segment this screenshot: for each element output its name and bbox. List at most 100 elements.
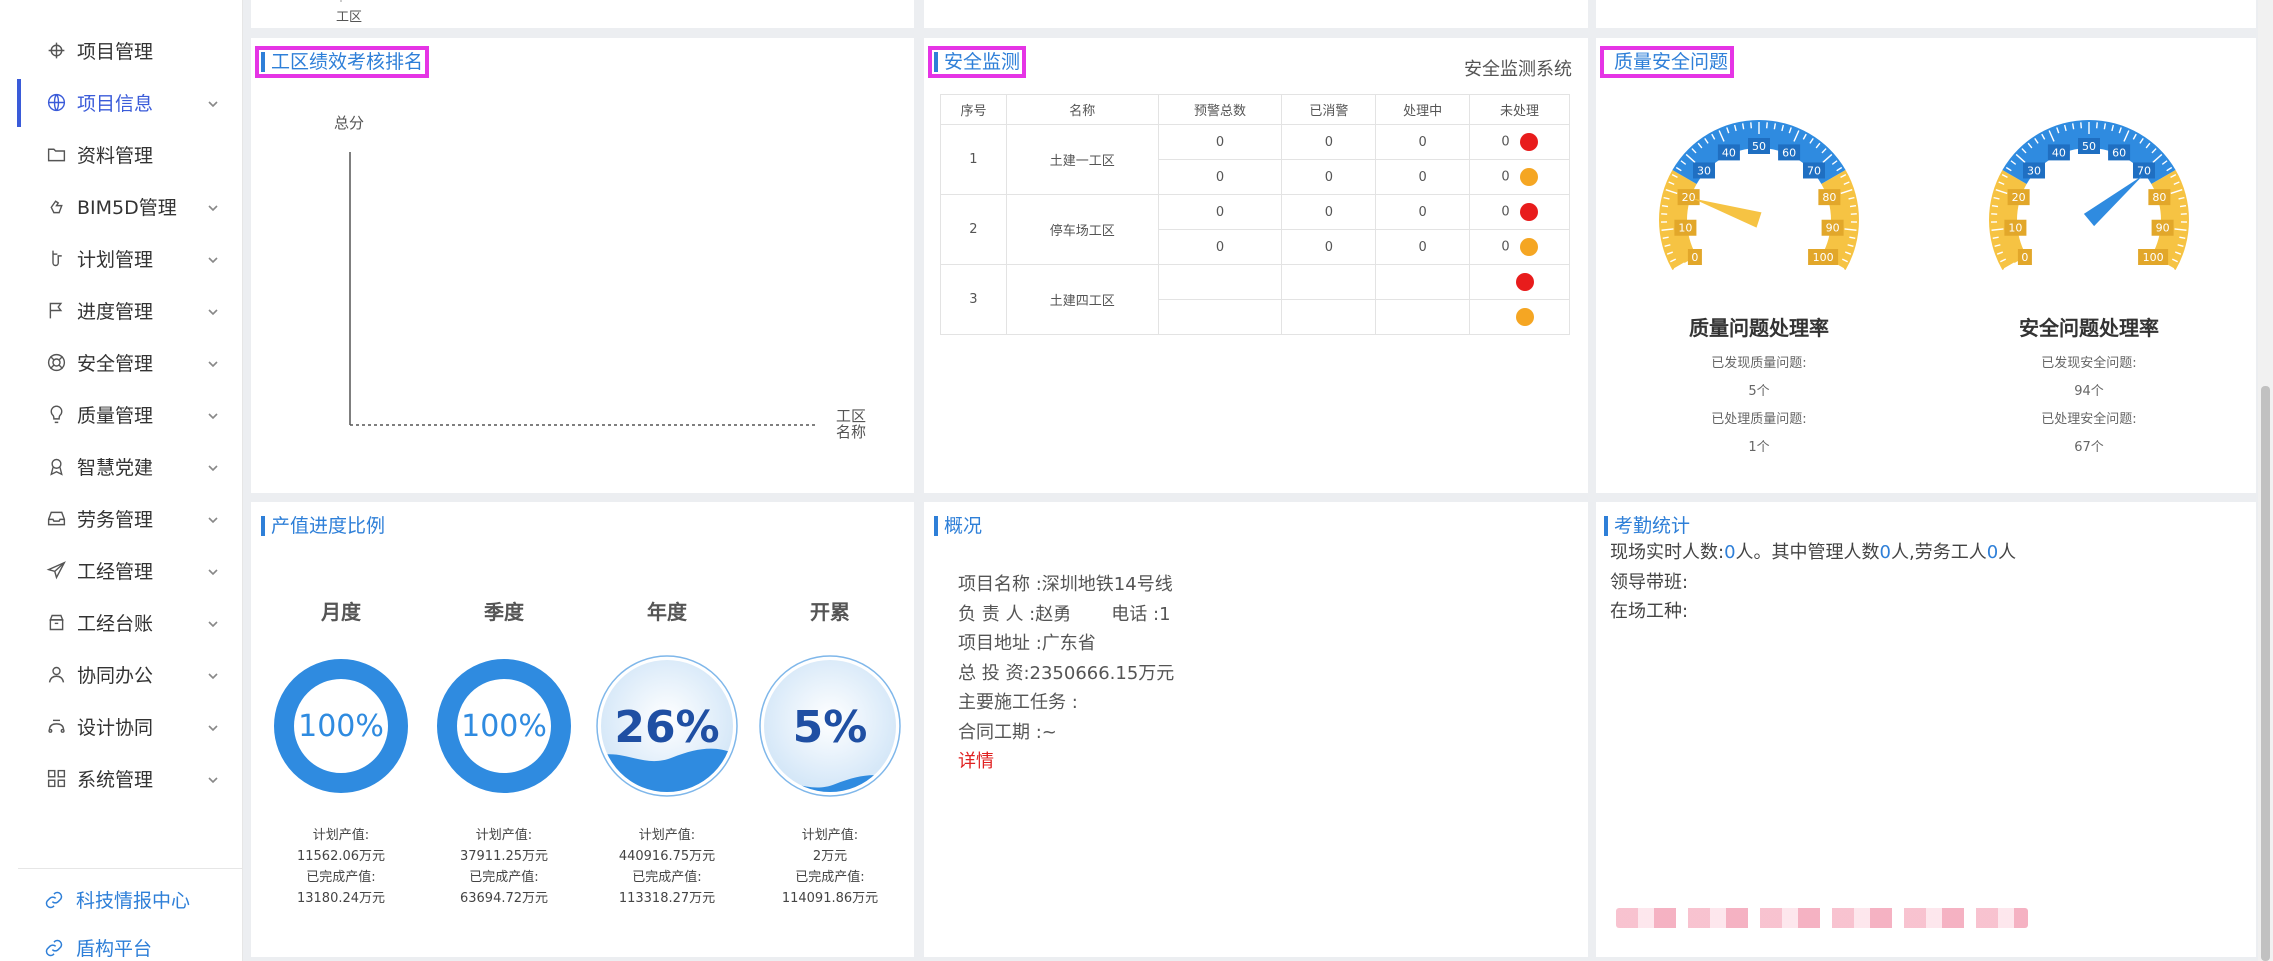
svg-text:0: 0 — [2021, 251, 2028, 264]
sidebar-item-label: 协同办公 — [77, 664, 154, 687]
user-icon — [44, 662, 68, 686]
sidebar-item-1[interactable]: 项目信息 — [0, 78, 243, 126]
sidebar-item-label: 劳务管理 — [77, 508, 154, 531]
sidebar-item-12[interactable]: 协同办公 — [0, 650, 243, 698]
alert-count-cell — [1375, 264, 1471, 300]
sidebar-item-7[interactable]: 质量管理 — [0, 390, 243, 438]
overview-line: 负 责 人 :赵勇 电话 :1 — [958, 603, 1171, 625]
alert-count: 0 — [1501, 169, 1510, 185]
overview-line: 项目地址 :广东省 — [958, 633, 1096, 654]
svg-text:100: 100 — [2143, 251, 2164, 264]
gauge-tick — [1661, 204, 1669, 208]
output-values: 计划产值: 11562.06万元 已完成产值: 13180.24万元 — [261, 825, 421, 909]
gauge-tick-label: 10 — [2004, 219, 2027, 236]
sidebar-item-5[interactable]: 进度管理 — [0, 286, 243, 334]
sidebar-item-label: 工经台账 — [77, 612, 154, 635]
gamepad-icon — [44, 714, 68, 738]
table-row: 1 土建一工区 0 0 0 0 — [940, 124, 1570, 195]
sidebar-item-9[interactable]: 劳务管理 — [0, 494, 243, 542]
chevron-down-icon — [206, 614, 220, 628]
safety-header-cell: 名称 — [1005, 94, 1159, 125]
svg-text:50: 50 — [2082, 140, 2096, 153]
top-strip-middle — [924, 0, 1588, 28]
blurred-footer-text — [1616, 908, 2028, 928]
headcount-labor-label: 人,劳务工人 — [1890, 542, 1987, 563]
chevron-down-icon — [206, 250, 220, 264]
link-icon — [45, 939, 63, 956]
alert-count-cell: 0 — [1469, 159, 1570, 195]
alert-count: 0 — [1215, 134, 1225, 150]
sidebar-item-10[interactable]: 工经管理 — [0, 546, 243, 594]
headcount-labor: 0 — [1986, 542, 1999, 563]
sidebar-item-13[interactable]: 设计协同 — [0, 702, 243, 750]
gauge-tick — [1849, 204, 1857, 208]
overview-line: 合同工期 :~ — [958, 721, 1057, 743]
sidebar-item-14[interactable]: 系统管理 — [0, 754, 243, 802]
sidebar-link-tbm-platform[interactable]: 盾构平台 — [44, 934, 152, 961]
sidebar-item-0[interactable]: 项目管理 — [0, 26, 243, 74]
gauge-tick-label: 80 — [2148, 189, 2171, 206]
alert-count-cell: 0 — [1157, 194, 1283, 230]
output-plan: 37911.25万元 — [459, 849, 549, 864]
svg-text:30: 30 — [1697, 164, 1711, 177]
sidebar-item-label: BIM5D管理 — [77, 196, 177, 219]
sidebar-item-label: 工经管理 — [77, 560, 154, 583]
headcount-total: 0 — [1724, 542, 1736, 563]
svg-text:70: 70 — [2137, 164, 2151, 177]
overview-line: 项目名称 :深圳地铁14号线 — [958, 574, 1173, 595]
chevron-down-icon — [206, 458, 220, 472]
sidebar-divider — [18, 868, 243, 869]
alert-count: 0 — [1215, 239, 1225, 255]
flag-icon — [44, 298, 68, 322]
gauge-tick-label: 20 — [1677, 189, 1700, 206]
chevron-down-icon — [206, 406, 220, 420]
output-plan-label: 计划产值: — [475, 828, 533, 843]
sidebar-item-label: 项目信息 — [77, 92, 154, 115]
sidebar-item-6[interactable]: 安全管理 — [0, 338, 243, 386]
gauge-tick — [2179, 204, 2187, 208]
sidebar-item-label: 设计协同 — [77, 716, 154, 739]
gauge-needle — [1692, 198, 1762, 228]
svg-text:30: 30 — [2027, 164, 2041, 177]
quality-gauge-name: 质量问题处理率 — [1689, 316, 1829, 340]
safety-title: 安全监测 — [927, 46, 1027, 78]
output-done: 63694.72万元 — [459, 891, 549, 906]
red-status-dot — [1515, 273, 1534, 291]
orange-status-dot — [1519, 168, 1538, 186]
output-period-label: 月度 — [321, 600, 361, 624]
alert-count-cell: 0 — [1375, 159, 1471, 195]
sidebar-item-label: 计划管理 — [77, 248, 154, 271]
output-progress-circle: 100% — [437, 659, 571, 793]
scrollbar-thumb[interactable] — [2261, 386, 2270, 961]
sidebar-item-3[interactable]: BIM5D管理 — [0, 182, 243, 230]
grid-icon — [44, 766, 68, 790]
sidebar-link-label: 科技情报中心 — [76, 890, 191, 912]
sidebar-item-2[interactable]: 资料管理 — [0, 130, 243, 178]
output-progress-circle: 26% — [596, 655, 738, 797]
sidebar-link-tech-center[interactable]: 科技情报中心 — [44, 886, 190, 913]
found-value: 5个 — [1748, 384, 1770, 399]
handled-label: 已处理质量问题: — [1711, 412, 1807, 427]
overview-detail-link[interactable]: 详情 — [958, 747, 994, 773]
top-strip-label: 工区 — [336, 10, 363, 25]
handled-label: 已处理安全问题: — [2041, 412, 2137, 427]
output-plan: 440916.75万元 — [618, 849, 716, 864]
sidebar-item-label: 项目管理 — [77, 40, 154, 63]
safety-header-cell: 处理中 — [1375, 94, 1471, 125]
box-icon — [44, 610, 68, 634]
gauge-tick-label: 80 — [1818, 189, 1841, 206]
attendance-headcount: 现场实时人数:0人。其中管理人数0人,劳务工人0人 — [1610, 538, 2016, 564]
alert-count-cell: 0 — [1469, 194, 1570, 230]
orange-status-dot — [1519, 238, 1538, 256]
alert-count: 0 — [1501, 204, 1510, 220]
alert-count-cell — [1157, 299, 1283, 335]
sidebar-item-8[interactable]: 智慧党建 — [0, 442, 243, 490]
output-done: 114091.86万元 — [781, 891, 879, 906]
bulb-icon — [44, 402, 68, 426]
zone-name: 土建四工区 — [1005, 264, 1159, 335]
alert-count-cell — [1469, 264, 1570, 300]
tag-icon — [44, 246, 68, 270]
top-strip-right — [1596, 0, 2256, 28]
sidebar-item-4[interactable]: 计划管理 — [0, 234, 243, 282]
sidebar-item-11[interactable]: 工经台账 — [0, 598, 243, 646]
